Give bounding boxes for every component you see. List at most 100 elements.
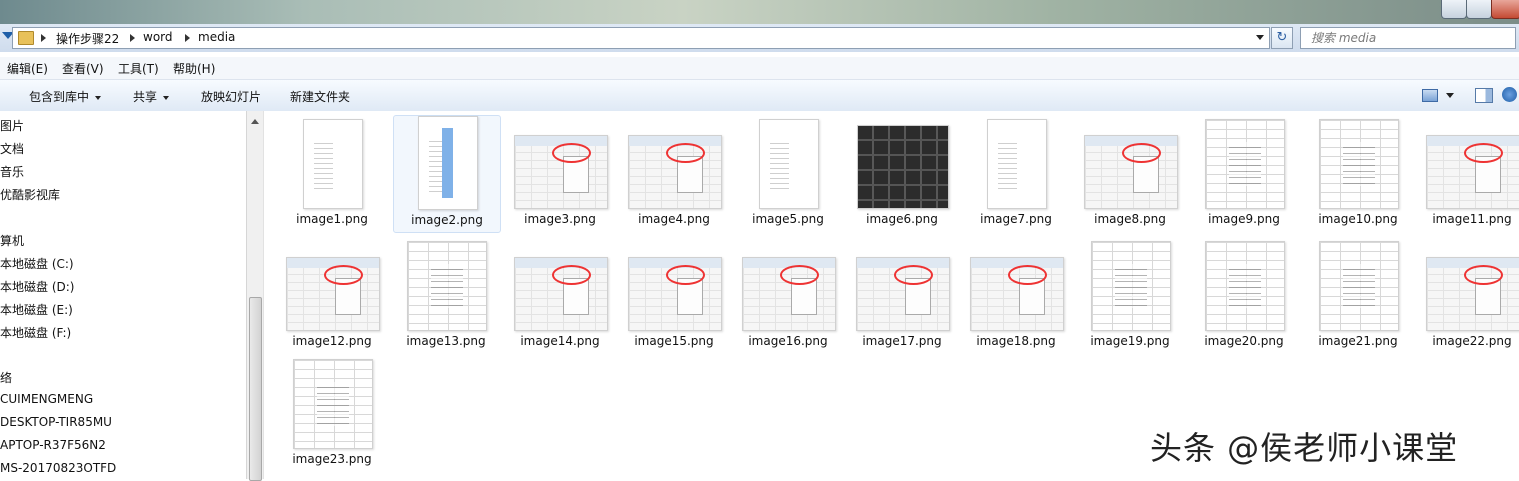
file-thumbnail [1091, 241, 1171, 331]
scroll-up-icon[interactable] [251, 119, 259, 124]
chevron-down-icon [95, 95, 102, 100]
nav-item-network[interactable]: 络 [0, 369, 12, 386]
include-in-library-label: 包含到库中 [29, 90, 90, 104]
nav-item-network-pc[interactable]: DESKTOP-TIR85MU [0, 415, 112, 429]
file-thumbnail [407, 241, 487, 331]
file-item[interactable]: image9.png [1191, 115, 1297, 231]
help-icon[interactable] [1502, 87, 1517, 102]
share-label: 共享 [133, 90, 158, 104]
sidebar-scrollbar[interactable] [246, 111, 263, 481]
file-item[interactable]: image17.png [849, 237, 955, 353]
nav-item-drive-d[interactable]: 本地磁盘 (D:) [0, 278, 74, 295]
file-item[interactable]: image4.png [621, 115, 727, 231]
slideshow-button[interactable]: 放映幻灯片 [201, 88, 261, 105]
breadcrumb-item-word[interactable]: word [143, 30, 173, 44]
file-item[interactable]: image16.png [735, 237, 841, 353]
file-name: image1.png [296, 212, 368, 226]
file-name: image20.png [1204, 334, 1284, 348]
file-item[interactable]: image8.png [1077, 115, 1183, 231]
menu-help[interactable]: 帮助(H) [173, 60, 215, 77]
file-thumbnail [293, 359, 373, 449]
file-item[interactable]: image21.png [1305, 237, 1411, 353]
file-name: image12.png [292, 334, 372, 348]
file-item[interactable]: image10.png [1305, 115, 1411, 231]
nav-item-network-pc[interactable]: CUIMENGMENG [0, 392, 93, 406]
nav-item-pictures[interactable]: 图片 [0, 117, 24, 134]
chevron-right-icon[interactable] [130, 34, 135, 42]
file-item[interactable]: image15.png [621, 237, 727, 353]
file-thumbnail [742, 257, 836, 331]
chevron-right-icon[interactable] [41, 34, 46, 42]
breadcrumb-item-media[interactable]: media [198, 30, 235, 44]
file-name: image9.png [1208, 212, 1280, 226]
nav-item-drive-c[interactable]: 本地磁盘 (C:) [0, 255, 74, 272]
menu-tools[interactable]: 工具(T) [118, 60, 159, 77]
nav-item-network-pc[interactable]: APTOP-R37F56N2 [0, 438, 106, 452]
file-thumbnail [628, 135, 722, 209]
search-input[interactable] [1309, 28, 1503, 48]
new-folder-button[interactable]: 新建文件夹 [290, 88, 350, 105]
nav-item-documents[interactable]: 文档 [0, 140, 24, 157]
file-item[interactable]: image3.png [507, 115, 613, 231]
search-box[interactable] [1300, 27, 1516, 49]
nav-item-network-pc[interactable]: MS-20170823OTFD [0, 461, 116, 475]
file-name: image14.png [520, 334, 600, 348]
file-thumbnail [987, 119, 1047, 209]
chevron-down-icon[interactable] [1446, 93, 1454, 98]
file-thumbnail [1319, 241, 1399, 331]
file-item[interactable]: image5.png [735, 115, 841, 231]
address-dropdown-icon[interactable] [1256, 35, 1264, 40]
file-item[interactable]: image2.png [393, 115, 501, 233]
watermark-text: 头条 @侯老师小课堂 [1150, 429, 1459, 467]
file-name: image22.png [1432, 334, 1512, 348]
maximize-button[interactable] [1466, 0, 1492, 19]
file-item[interactable]: image18.png [963, 237, 1069, 353]
file-name: image8.png [1094, 212, 1166, 226]
file-item[interactable]: image23.png [279, 355, 385, 471]
nav-item-youku-library[interactable]: 优酷影视库 [0, 186, 60, 203]
file-item[interactable]: image7.png [963, 115, 1069, 231]
file-name: image21.png [1318, 334, 1398, 348]
file-name: image2.png [411, 213, 483, 227]
preview-pane-icon[interactable] [1475, 88, 1493, 103]
view-options-icon[interactable] [1422, 89, 1438, 102]
address-row: 操作步骤22 word media ↻ [0, 24, 1519, 52]
nav-item-computer[interactable]: 算机 [0, 232, 24, 249]
file-item[interactable]: image12.png [279, 237, 385, 353]
file-name: image19.png [1090, 334, 1170, 348]
chevron-right-icon[interactable] [185, 34, 190, 42]
folder-icon [18, 31, 34, 45]
nav-item-drive-f[interactable]: 本地磁盘 (F:) [0, 324, 71, 341]
file-name: image16.png [748, 334, 828, 348]
share-button[interactable]: 共享 [133, 88, 170, 105]
scrollbar-thumb[interactable] [249, 297, 262, 481]
file-item[interactable]: image14.png [507, 237, 613, 353]
file-name: image7.png [980, 212, 1052, 226]
chevron-down-icon [163, 95, 170, 100]
file-thumbnail [514, 257, 608, 331]
file-item[interactable]: image6.png [849, 115, 955, 231]
file-item[interactable]: image11.png [1419, 115, 1519, 231]
nav-item-drive-e[interactable]: 本地磁盘 (E:) [0, 301, 73, 318]
file-thumbnail [970, 257, 1064, 331]
menu-edit[interactable]: 编辑(E) [7, 60, 48, 77]
nav-item-music[interactable]: 音乐 [0, 163, 24, 180]
minimize-button[interactable] [1441, 0, 1467, 19]
file-item[interactable]: image19.png [1077, 237, 1183, 353]
close-button[interactable] [1491, 0, 1519, 19]
file-name: image10.png [1318, 212, 1398, 226]
file-item[interactable]: image1.png [279, 115, 385, 231]
file-item[interactable]: image13.png [393, 237, 499, 353]
include-in-library-button[interactable]: 包含到库中 [29, 88, 102, 105]
address-bar[interactable]: 操作步骤22 word media [12, 27, 1270, 49]
file-name: image23.png [292, 452, 372, 466]
refresh-button[interactable]: ↻ [1271, 27, 1293, 49]
breadcrumb-item-step22[interactable]: 操作步骤22 [56, 30, 119, 47]
file-item[interactable]: image22.png [1419, 237, 1519, 353]
menu-view[interactable]: 查看(V) [62, 60, 104, 77]
file-thumbnail [1205, 241, 1285, 331]
file-thumbnail [857, 125, 949, 209]
file-item[interactable]: image20.png [1191, 237, 1297, 353]
file-thumbnail [1426, 135, 1519, 209]
file-thumbnail [1084, 135, 1178, 209]
